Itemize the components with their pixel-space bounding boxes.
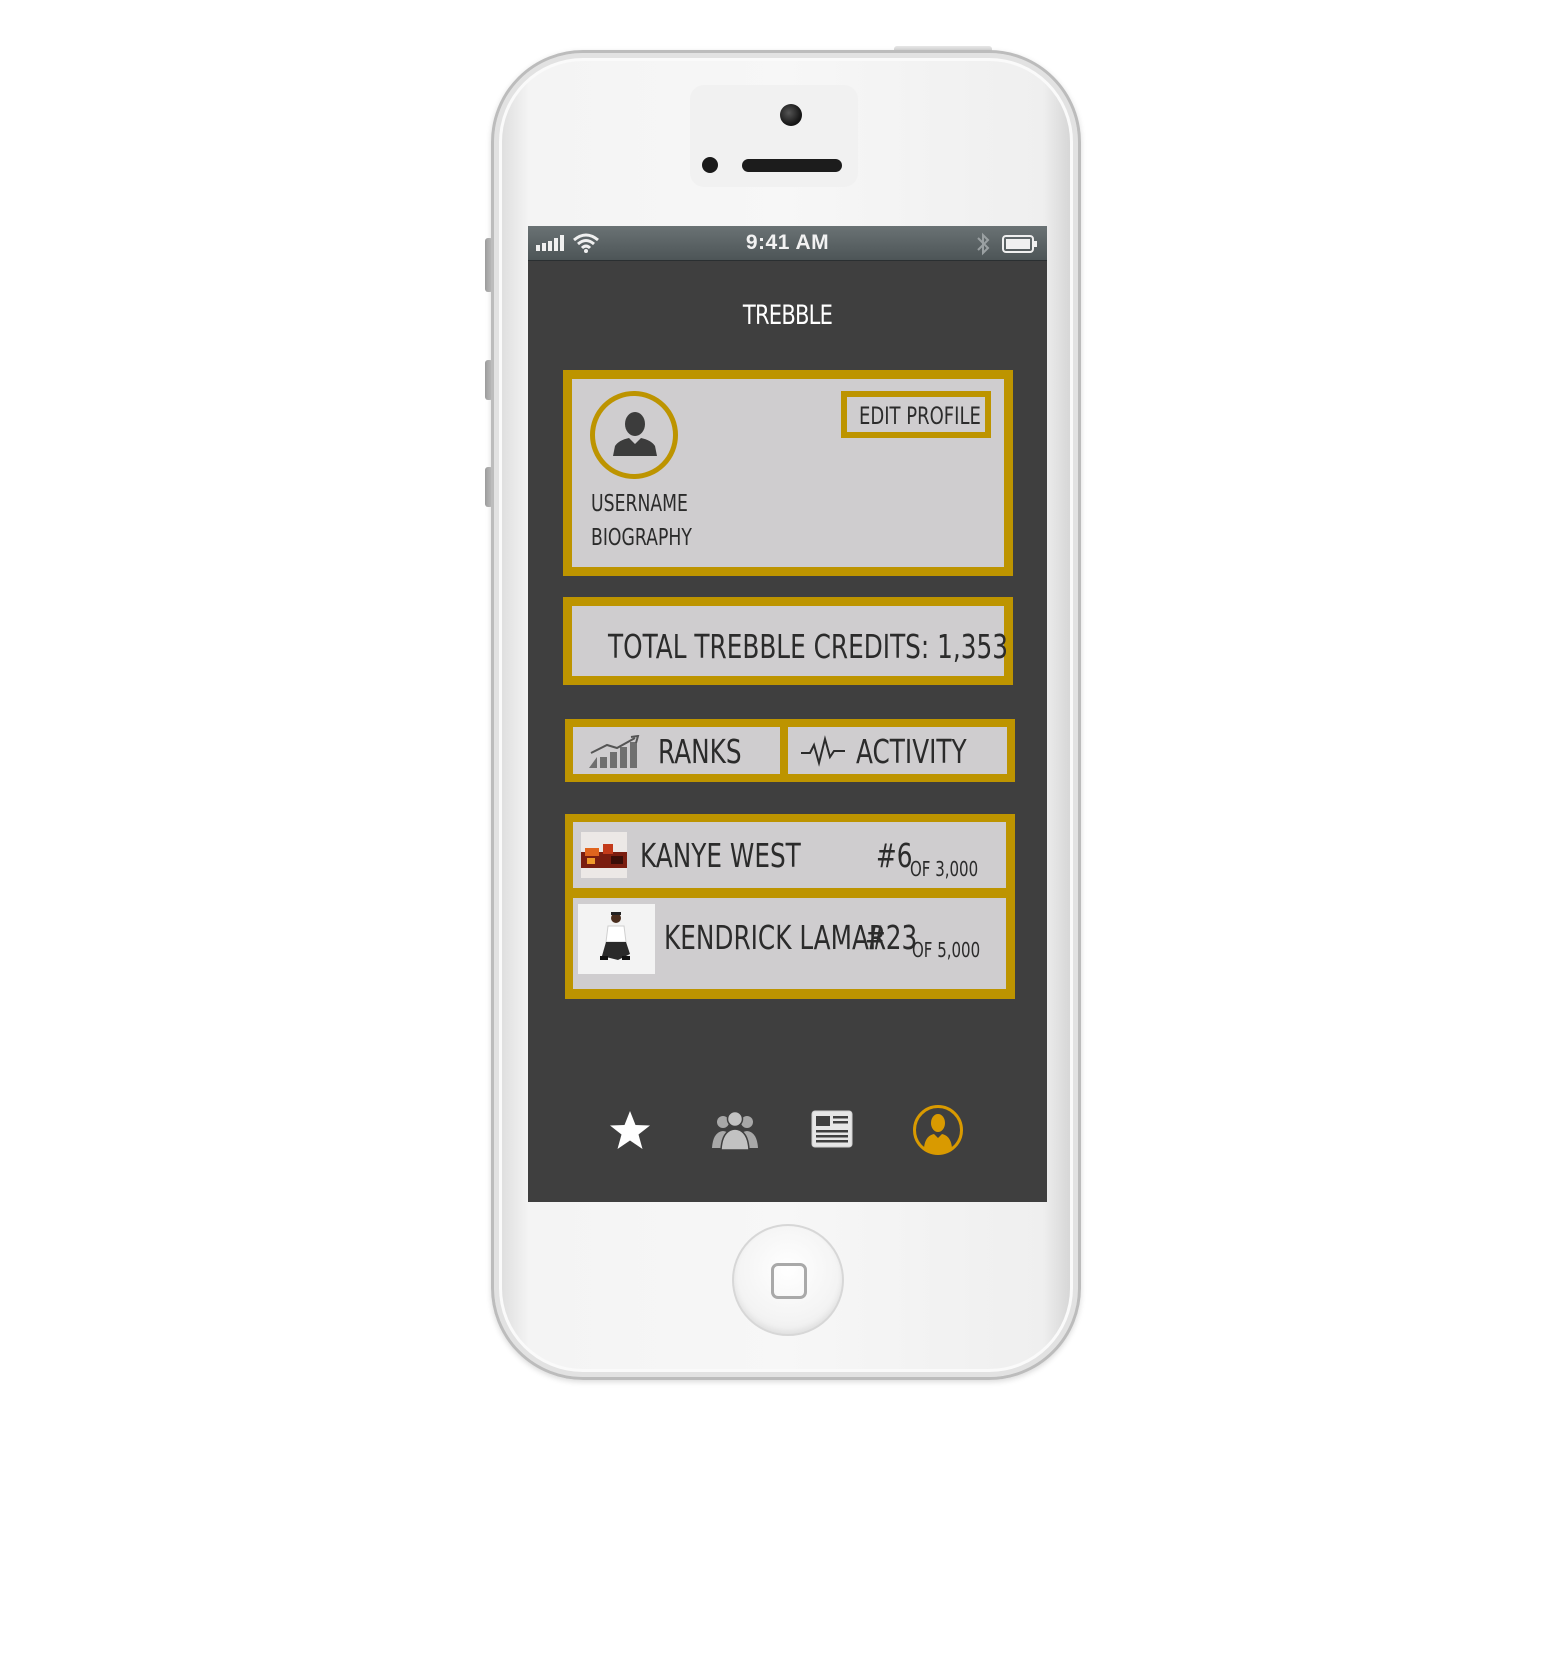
nav-news[interactable]: [811, 1110, 853, 1152]
ranks-chart-icon: [589, 735, 640, 768]
battery-icon: [1002, 235, 1037, 253]
status-time: 9:41 AM: [745, 231, 830, 254]
status-bar: 9:41 AM: [528, 226, 1047, 261]
tab-ranks-label: RANKS: [658, 732, 742, 771]
rank-row-kendrick-lamar[interactable]: KENDRICK LAMAR #23 OF 5,000: [573, 898, 1006, 989]
rank-total: OF 3,000: [910, 857, 979, 881]
user-silhouette-icon: [613, 412, 657, 456]
avatar[interactable]: [590, 391, 678, 479]
app-screen: 9:41 AM TREBBLE USERNAME BIOGRAPHY EDIT …: [528, 226, 1047, 1202]
bluetooth-icon: [977, 232, 990, 256]
total-credits: TOTAL TREBBLE CREDITS: 1,353: [608, 627, 1008, 666]
proximity-sensor: [702, 157, 718, 173]
home-button[interactable]: [732, 1224, 844, 1336]
kendrick-lamar-thumbnail: [578, 904, 655, 974]
nav-favorites[interactable]: [608, 1110, 652, 1156]
tab-activity-label: ACTIVITY: [856, 732, 967, 771]
biography: BIOGRAPHY: [591, 525, 692, 551]
profile-tabs: RANKS ACTIVITY: [565, 719, 1015, 782]
edit-profile-label: EDIT PROFILE: [859, 402, 981, 430]
rank-row-kanye-west[interactable]: KANYE WEST #6 OF 3,000: [573, 822, 1006, 888]
people-icon: [712, 1110, 758, 1151]
profile-card: USERNAME BIOGRAPHY EDIT PROFILE: [563, 370, 1013, 576]
artist-name: KANYE WEST: [640, 836, 801, 875]
rank-number: #23: [865, 918, 918, 957]
front-camera: [780, 104, 802, 126]
tab-ranks[interactable]: RANKS: [573, 727, 780, 774]
kanye-west-thumbnail: [581, 832, 627, 878]
rank-total: OF 5,000: [912, 938, 981, 962]
edit-profile-button[interactable]: EDIT PROFILE: [841, 391, 991, 438]
artist-name: KENDRICK LAMAR: [664, 918, 887, 957]
rank-list: KANYE WEST #6 OF 3,000 KENDRICK LAMAR #2…: [565, 814, 1015, 999]
home-square-icon: [771, 1263, 807, 1299]
app-title: TREBBLE: [742, 300, 833, 331]
username: USERNAME: [591, 491, 688, 517]
earpiece-speaker: [742, 159, 842, 172]
newspaper-icon: [811, 1110, 853, 1148]
rank-number: #6: [876, 836, 913, 875]
nav-people[interactable]: [710, 1110, 760, 1154]
activity-pulse-icon: [801, 735, 845, 767]
credits-card: TOTAL TREBBLE CREDITS: 1,353: [563, 597, 1013, 685]
star-icon: [610, 1111, 650, 1149]
tab-activity[interactable]: ACTIVITY: [788, 727, 1007, 774]
profile-icon: [913, 1105, 963, 1155]
nav-profile[interactable]: [912, 1104, 964, 1160]
